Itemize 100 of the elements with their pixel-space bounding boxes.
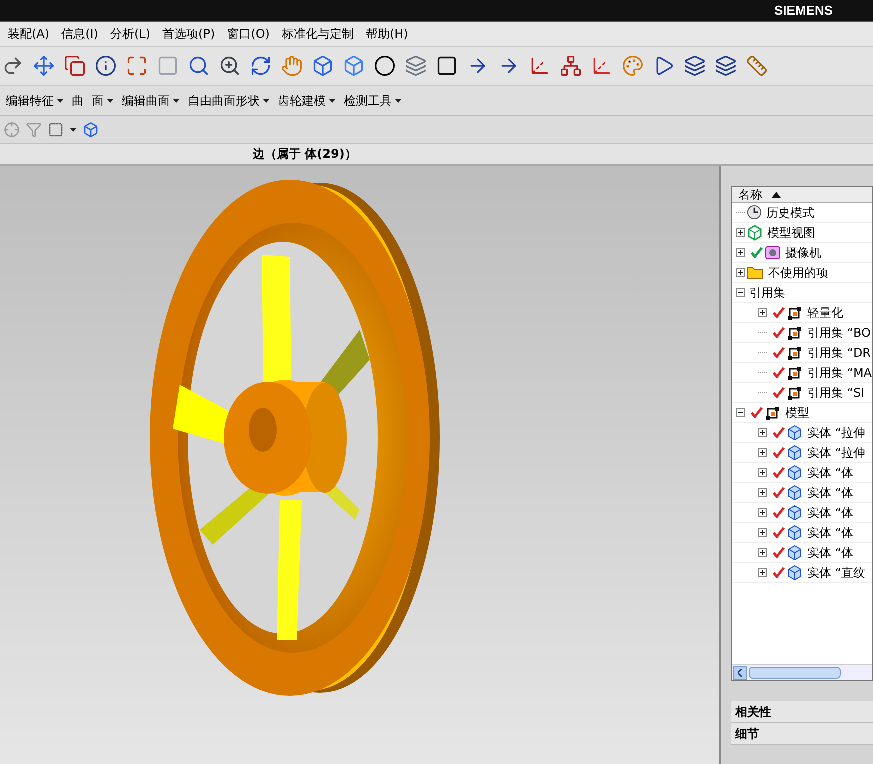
checkbox[interactable]: [772, 446, 786, 459]
checkbox[interactable]: [772, 426, 786, 439]
collapse-toggle[interactable]: [736, 288, 746, 297]
checkbox[interactable]: [772, 386, 786, 399]
tree-item-label[interactable]: 历史模式: [766, 204, 814, 222]
redo-icon[interactable]: [2, 55, 24, 77]
cube-icon[interactable]: [312, 55, 334, 77]
checkbox[interactable]: [772, 546, 786, 559]
tree-item-label[interactable]: 实体 “直纹: [807, 564, 866, 582]
tree-item-label[interactable]: 摄像机: [785, 244, 822, 262]
expand-toggle[interactable]: [758, 548, 768, 557]
panel-header[interactable]: 相关性: [731, 701, 873, 723]
tree-item-label[interactable]: 轻量化: [807, 304, 844, 322]
reference-set-icon: [787, 384, 804, 400]
solid-body-icon: [787, 464, 804, 480]
tree-item-label[interactable]: 引用集 “BO: [807, 324, 871, 342]
menu-item[interactable]: 帮助(H): [366, 25, 408, 43]
tree-item-label[interactable]: 引用集 “MA: [807, 364, 872, 382]
expand-toggle[interactable]: [758, 468, 768, 477]
menu-item[interactable]: 标准化与定制: [282, 25, 354, 43]
fit-view-icon[interactable]: [126, 55, 148, 77]
expand-toggle[interactable]: [758, 308, 768, 317]
menu-item[interactable]: 分析(L): [110, 25, 151, 43]
ruler-icon[interactable]: [746, 55, 768, 77]
toolbar-menu[interactable]: 编辑曲面: [122, 92, 182, 110]
expand-toggle[interactable]: [758, 448, 768, 457]
horizontal-scrollbar[interactable]: [732, 664, 872, 680]
reference-set-icon: [787, 364, 804, 380]
tree-item-label[interactable]: 引用集 “DR: [807, 344, 872, 362]
check-icon: [772, 427, 785, 438]
checkbox[interactable]: [750, 406, 764, 419]
expand-toggle[interactable]: [736, 268, 746, 277]
expand-toggle[interactable]: [758, 428, 768, 437]
expand-toggle[interactable]: [736, 248, 746, 257]
expand-toggle[interactable]: [758, 568, 768, 577]
checkbox[interactable]: [772, 466, 786, 479]
tree-item-label[interactable]: 实体 “拉伸: [807, 444, 866, 462]
info-icon[interactable]: [95, 55, 117, 77]
caret-icon[interactable]: [173, 98, 180, 102]
check-icon: [772, 387, 785, 398]
plus-icon: [760, 490, 766, 495]
scroll-left-button[interactable]: [733, 666, 748, 680]
checkbox[interactable]: [772, 346, 786, 359]
checkbox[interactable]: [750, 246, 764, 259]
column-header[interactable]: 名称: [732, 187, 872, 203]
checkbox[interactable]: [772, 566, 786, 579]
tree-item-label[interactable]: 实体 “体: [807, 544, 854, 562]
tree-item-label[interactable]: 模型: [785, 404, 810, 422]
sort-ascending-icon[interactable]: [772, 192, 782, 198]
move-icon[interactable]: [33, 55, 55, 77]
checkbox[interactable]: [772, 486, 786, 499]
tree-item-label[interactable]: 实体 “体: [807, 464, 854, 482]
menu-item[interactable]: 装配(A): [8, 25, 50, 43]
toolbar-menu[interactable]: 自由曲面形状: [188, 92, 272, 110]
checkbox[interactable]: [772, 506, 786, 519]
caret-icon[interactable]: [263, 98, 270, 102]
caret-icon[interactable]: [329, 98, 336, 102]
clock-icon: [747, 205, 762, 220]
menu-item[interactable]: 首选项(P): [162, 25, 216, 43]
layer-icon[interactable]: [405, 55, 427, 77]
brand-name: SIEMENS: [774, 2, 833, 20]
collapse-toggle[interactable]: [736, 408, 746, 417]
checkbox[interactable]: [772, 366, 786, 379]
graphics-viewport[interactable]: [0, 166, 722, 764]
tree-item-label[interactable]: 引用集: [749, 284, 786, 302]
scroll-thumb[interactable]: [749, 666, 842, 678]
menu-item[interactable]: 信息(I): [62, 25, 98, 43]
caret-icon[interactable]: [57, 98, 64, 102]
toolbar-menu[interactable]: 面: [92, 92, 116, 110]
toolbar-menu[interactable]: 检测工具: [344, 92, 404, 110]
toolbar-menu[interactable]: 编辑特征: [6, 92, 66, 110]
expand-toggle[interactable]: [758, 528, 768, 537]
checkbox[interactable]: [772, 326, 786, 339]
tree-item-label[interactable]: 不使用的项: [768, 264, 828, 282]
caret-icon[interactable]: [107, 98, 114, 102]
tree-item-label[interactable]: 引用集 “SI: [807, 384, 865, 402]
check-icon: [772, 487, 785, 498]
checkbox[interactable]: [772, 526, 786, 539]
tree-item-label[interactable]: 实体 “体: [807, 504, 854, 522]
cube-icon[interactable]: [83, 122, 99, 138]
expand-toggle[interactable]: [758, 508, 768, 517]
panel-header[interactable]: 细节: [731, 723, 873, 745]
tree-item-label[interactable]: 模型视图: [767, 224, 816, 242]
tree-item-label[interactable]: 实体 “体: [807, 524, 854, 542]
menu-item[interactable]: 窗口(O): [227, 25, 270, 43]
solid-body-icon: [787, 544, 804, 560]
expand-toggle[interactable]: [758, 488, 768, 497]
solid-body-icon: [787, 504, 804, 520]
tree-item-label[interactable]: 实体 “拉伸: [807, 424, 866, 442]
zoom-window-icon[interactable]: [188, 55, 210, 77]
toolbar-menu[interactable]: 齿轮建模: [278, 92, 338, 110]
caret-icon[interactable]: [70, 128, 77, 132]
copy-icon[interactable]: [64, 55, 86, 77]
expand-toggle[interactable]: [736, 228, 746, 237]
tree-item-label[interactable]: 实体 “体: [807, 484, 854, 502]
toolbar-menu[interactable]: 曲: [72, 92, 86, 110]
rotate-icon[interactable]: [250, 55, 272, 77]
caret-icon[interactable]: [395, 98, 402, 102]
zoom-icon[interactable]: [219, 55, 241, 77]
checkbox[interactable]: [772, 306, 786, 319]
